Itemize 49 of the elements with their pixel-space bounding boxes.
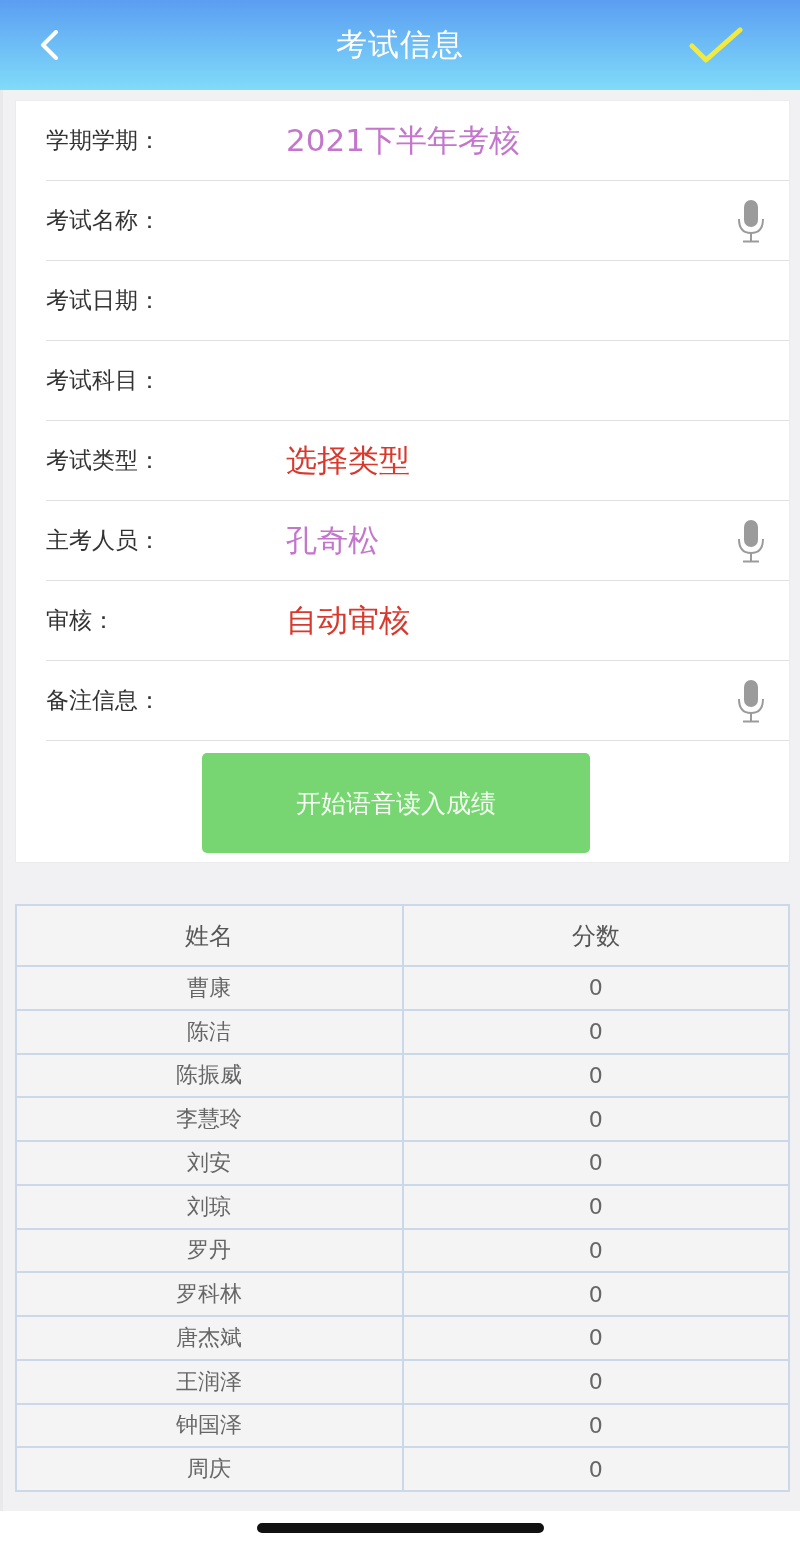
table-cell: 0 <box>402 1097 789 1141</box>
table-cell: 钟国泽 <box>16 1403 403 1448</box>
field-label: 考试科目： <box>46 366 162 395</box>
microphone-icon <box>737 518 765 563</box>
microphone-icon <box>737 678 765 723</box>
table-cell: 罗科林 <box>16 1272 403 1316</box>
table-cell: 0 <box>402 1053 789 1098</box>
field-label: 考试类型： <box>46 446 162 475</box>
page-title: 考试信息 <box>336 25 464 64</box>
table-cell: 0 <box>402 966 789 1010</box>
table-cell: 0 <box>402 1272 789 1316</box>
table-cell: 0 <box>402 1447 789 1491</box>
voice-input-button[interactable] <box>737 518 765 563</box>
field-label: 备注信息： <box>46 686 162 715</box>
table-cell: 0 <box>402 1009 789 1054</box>
table-cell: 陈振威 <box>16 1053 403 1098</box>
microphone-icon <box>737 198 765 243</box>
table-cell: 0 <box>402 1316 789 1360</box>
start-voice-scores-button[interactable]: 开始语音读入成绩 <box>201 753 590 853</box>
checkmark-icon <box>689 26 743 64</box>
table-cell: 李慧玲 <box>16 1097 403 1141</box>
column-header: 姓名 <box>16 905 403 966</box>
voice-input-button[interactable] <box>737 198 765 243</box>
table-cell: 周庆 <box>16 1447 403 1491</box>
table-cell: 王润泽 <box>16 1359 403 1404</box>
confirm-button[interactable] <box>688 25 744 65</box>
table-cell: 0 <box>402 1359 789 1404</box>
input-field[interactable]: 2021下半年考核 <box>286 112 765 169</box>
field-label: 学期学期： <box>46 126 162 155</box>
voice-input-button[interactable] <box>737 678 765 723</box>
table-cell: 0 <box>402 1228 789 1273</box>
picker-field[interactable]: 选择类型 <box>286 432 765 489</box>
table-cell: 0 <box>402 1184 789 1229</box>
field-label: 考试名称： <box>46 206 162 235</box>
table-cell: 曹康 <box>16 966 403 1010</box>
field-label: 主考人员： <box>46 526 162 555</box>
table-cell: 刘琼 <box>16 1184 403 1229</box>
table-cell: 罗丹 <box>16 1228 403 1273</box>
column-header: 分数 <box>402 905 789 966</box>
input-field[interactable]: 孔奇松 <box>286 512 737 569</box>
table-cell: 唐杰斌 <box>16 1316 403 1360</box>
table-cell: 0 <box>402 1403 789 1448</box>
field-label: 考试日期： <box>46 286 162 315</box>
field-label: 审核： <box>46 606 116 635</box>
back-chevron-icon <box>39 30 59 60</box>
picker-field[interactable]: 自动审核 <box>286 592 765 649</box>
table-cell: 0 <box>402 1141 789 1185</box>
table-cell: 陈洁 <box>16 1009 403 1054</box>
table-cell: 刘安 <box>16 1141 403 1185</box>
